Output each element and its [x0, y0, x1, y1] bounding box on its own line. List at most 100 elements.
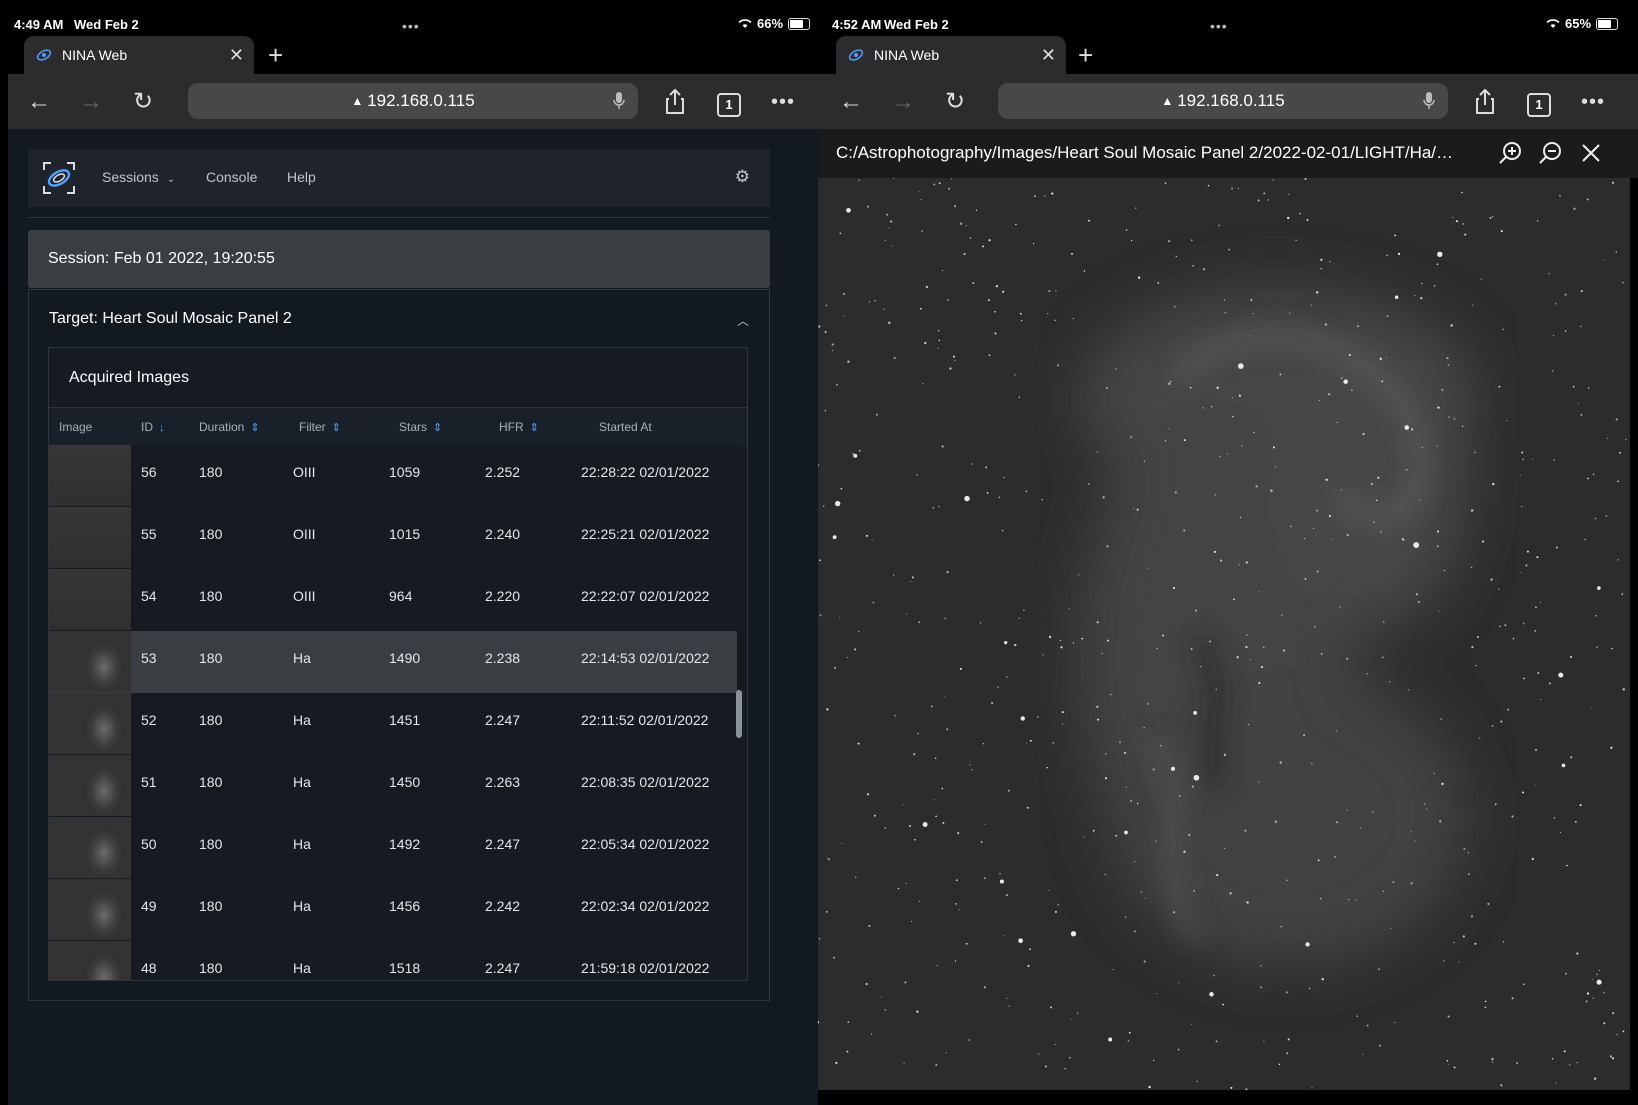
image-thumbnail[interactable] [49, 631, 131, 692]
back-icon[interactable]: ← [24, 87, 54, 117]
close-tab-icon[interactable]: ✕ [1041, 45, 1056, 66]
star [846, 656, 848, 659]
address-bar[interactable]: ▲ 192.168.0.115 [998, 83, 1448, 119]
image-thumbnail[interactable] [49, 693, 131, 754]
nav-help[interactable]: Help [287, 169, 316, 185]
star [1037, 716, 1039, 718]
star [971, 769, 973, 771]
multitasking-dots-icon[interactable]: ••• [402, 18, 420, 34]
table-row[interactable]: 49 180 Ha 1456 2.242 22:02:34 02/01/2022 [49, 879, 737, 942]
star [1183, 850, 1186, 853]
star [1553, 817, 1556, 819]
close-icon[interactable] [1578, 140, 1604, 166]
star [1224, 312, 1226, 314]
image-thumbnail[interactable] [49, 879, 131, 940]
forward-icon[interactable]: → [888, 87, 918, 117]
star [1052, 742, 1055, 744]
image-thumbnail[interactable] [49, 755, 131, 816]
tabs-overview-icon[interactable]: 1 [1524, 87, 1554, 117]
star [1470, 509, 1474, 512]
star [1020, 716, 1025, 721]
table-row[interactable]: 54 180 OIII 964 2.220 22:22:07 02/01/2022 [49, 569, 737, 632]
more-icon[interactable]: ••• [768, 87, 798, 117]
star [1443, 569, 1446, 572]
table-row[interactable]: 56 180 OIII 1059 2.252 22:28:22 02/01/2022 [49, 445, 737, 508]
share-icon[interactable] [1470, 87, 1500, 117]
star [835, 1061, 838, 1064]
star [1421, 446, 1424, 449]
address-bar[interactable]: ▲ 192.168.0.115 [188, 83, 638, 119]
star [1156, 992, 1158, 995]
more-icon[interactable]: ••• [1578, 87, 1608, 117]
reload-icon[interactable]: ↻ [128, 87, 158, 117]
back-icon[interactable]: ← [836, 87, 866, 117]
microphone-icon[interactable] [612, 91, 626, 111]
star [1190, 239, 1193, 242]
table-row[interactable]: 52 180 Ha 1451 2.247 22:11:52 02/01/2022 [49, 693, 737, 756]
star [1061, 723, 1064, 725]
new-tab-icon[interactable]: + [268, 40, 283, 71]
image-viewer-header: C:/Astrophotography/Images/Heart Soul Mo… [818, 129, 1638, 178]
star [1038, 1053, 1040, 1055]
star [868, 301, 871, 303]
star [894, 714, 896, 717]
star [988, 239, 991, 242]
forward-icon[interactable]: → [76, 87, 106, 117]
star [1537, 671, 1540, 675]
image-thumbnail[interactable] [49, 941, 131, 980]
star [1561, 763, 1566, 768]
nina-logo-icon[interactable] [42, 161, 76, 195]
star [1401, 538, 1404, 540]
star [1096, 705, 1099, 708]
col-duration[interactable]: Duration ⇕ [199, 420, 260, 434]
scrollbar[interactable] [736, 445, 745, 980]
star [1257, 199, 1260, 202]
star [1068, 1056, 1071, 1059]
session-header[interactable]: Session: Feb 01 2022, 19:20:55 [28, 230, 770, 288]
col-filter[interactable]: Filter ⇕ [299, 420, 341, 434]
cell-stars: 1015 [389, 526, 421, 542]
image-thumbnail[interactable] [49, 569, 131, 630]
star [1143, 960, 1146, 963]
star [1245, 645, 1248, 649]
table-row[interactable]: 53 180 Ha 1490 2.238 22:14:53 02/01/2022 [49, 631, 737, 694]
tabs-overview-icon[interactable]: 1 [714, 87, 744, 117]
tab-count: 1 [717, 93, 741, 117]
star [1250, 298, 1253, 301]
image-thumbnail[interactable] [49, 817, 131, 878]
table-row[interactable]: 50 180 Ha 1492 2.247 22:05:34 02/01/2022 [49, 817, 737, 880]
star [1392, 881, 1395, 884]
astro-image[interactable] [818, 178, 1630, 1090]
zoom-out-icon[interactable] [1538, 140, 1564, 166]
browser-tab[interactable]: NINA Web ✕ [836, 36, 1066, 74]
col-id[interactable]: ID ↓ [141, 420, 165, 434]
star [1617, 480, 1619, 483]
browser-tab[interactable]: NINA Web ✕ [24, 36, 254, 74]
star [847, 360, 850, 363]
collapse-chevron-icon[interactable]: ︿ [737, 312, 749, 329]
microphone-icon[interactable] [1422, 91, 1436, 111]
star [920, 199, 922, 201]
table-row[interactable]: 55 180 OIII 1015 2.240 22:25:21 02/01/2022 [49, 507, 737, 570]
star [891, 245, 893, 247]
zoom-in-icon[interactable] [1498, 140, 1524, 166]
scrollbar-thumb[interactable] [736, 690, 742, 738]
star [914, 838, 916, 841]
gear-icon[interactable]: ⚙ [735, 167, 750, 187]
share-icon[interactable] [660, 87, 690, 117]
image-thumbnail[interactable] [49, 507, 131, 568]
star [1504, 624, 1507, 627]
nav-console[interactable]: Console [206, 169, 257, 185]
nav-sessions[interactable]: Sessions ⌄ [102, 169, 175, 185]
reload-icon[interactable]: ↻ [940, 87, 970, 117]
star [954, 960, 957, 962]
multitasking-dots-icon[interactable]: ••• [1210, 18, 1228, 34]
table-row[interactable]: 48 180 Ha 1518 2.247 21:59:18 02/01/2022 [49, 941, 737, 980]
new-tab-icon[interactable]: + [1078, 40, 1093, 71]
close-tab-icon[interactable]: ✕ [229, 45, 244, 66]
col-hfr[interactable]: HFR ⇕ [499, 420, 539, 434]
col-stars[interactable]: Stars ⇕ [399, 420, 442, 434]
image-thumbnail[interactable] [49, 445, 131, 506]
tab-count: 1 [1527, 93, 1551, 117]
table-row[interactable]: 51 180 Ha 1450 2.263 22:08:35 02/01/2022 [49, 755, 737, 818]
